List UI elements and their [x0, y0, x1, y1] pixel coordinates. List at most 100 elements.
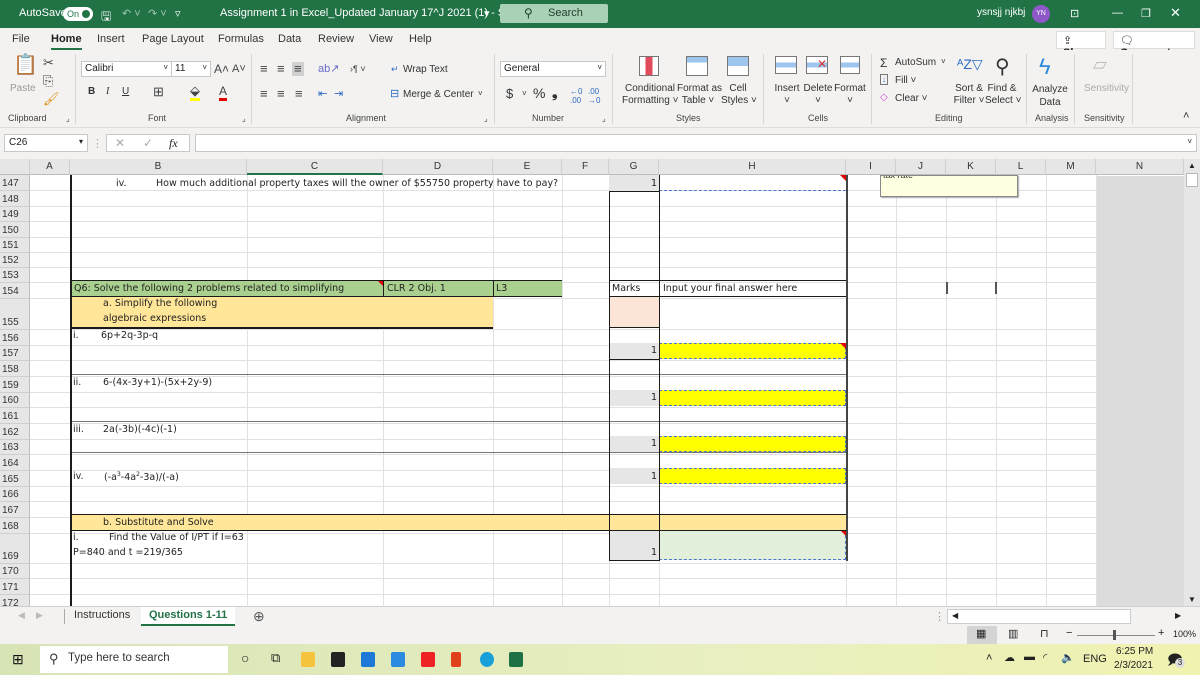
col-header-a[interactable]: A — [30, 159, 70, 175]
row-header[interactable]: 163 — [0, 440, 30, 455]
menu-data[interactable]: Data — [278, 33, 301, 45]
row-header[interactable]: 166 — [0, 487, 30, 502]
menu-home[interactable]: Home — [51, 33, 82, 50]
row-header[interactable]: 151 — [0, 238, 30, 253]
increase-font-icon[interactable]: A˄ — [214, 62, 229, 76]
tray-chevron-icon[interactable]: ˄ — [986, 652, 992, 664]
answer-cell-yellow[interactable] — [659, 390, 846, 406]
add-sheet-icon[interactable]: ⊕ — [253, 608, 265, 625]
windows-start-icon[interactable]: ⊞ — [12, 651, 24, 668]
edge-icon[interactable] — [480, 652, 494, 667]
insert-button[interactable]: Insert ˅ — [772, 83, 802, 107]
save-icon[interactable]: 🖫 — [101, 7, 111, 28]
next-sheet-icon[interactable]: ▶ — [36, 610, 43, 621]
paste-icon[interactable]: 📋 — [13, 55, 38, 75]
text-direction-icon[interactable]: ›¶ ˅ — [350, 62, 366, 76]
row-header[interactable]: 150 — [0, 222, 30, 238]
search-box[interactable]: ⚲ Search — [500, 4, 608, 23]
scroll-right-icon[interactable]: ▶ — [1175, 611, 1181, 620]
taskbar-search[interactable]: ⚲ Type here to search — [40, 646, 228, 673]
delete-button[interactable]: Delete ˅ — [802, 83, 834, 107]
insert-function-icon[interactable]: fx — [169, 136, 178, 151]
row-header[interactable]: 148 — [0, 191, 30, 207]
answer-cell-yellow[interactable] — [659, 468, 846, 484]
italic-button[interactable]: I — [106, 86, 109, 97]
align-right-icon[interactable]: ≡ — [295, 87, 303, 101]
scroll-left-icon[interactable]: ◀ — [952, 611, 958, 620]
row-header[interactable]: 149 — [0, 207, 30, 222]
chevron-down-icon[interactable]: ˅ — [522, 89, 527, 98]
decrease-decimal-icon[interactable]: .00 →0 — [588, 87, 600, 105]
row-header[interactable]: 157 — [0, 346, 30, 361]
align-bottom-icon[interactable]: ≡ — [292, 62, 304, 76]
share-button[interactable]: ⇪ Share — [1056, 31, 1106, 59]
enter-icon[interactable]: ✓ — [143, 136, 153, 150]
conditional-formatting-button[interactable]: Conditional Formatting ˅ — [622, 83, 678, 107]
menu-file[interactable]: File — [12, 33, 30, 45]
clock-time[interactable]: 6:25 PM — [1116, 646, 1153, 657]
row-header[interactable]: 170 — [0, 564, 30, 579]
col-header-m[interactable]: M — [1046, 159, 1096, 175]
row-header[interactable]: 156 — [0, 330, 30, 346]
name-box[interactable]: C26 ▾ — [4, 134, 88, 152]
align-middle-icon[interactable]: ≡ — [277, 62, 285, 76]
onedrive-icon[interactable]: ☁ — [1004, 651, 1015, 664]
zoom-in-icon[interactable]: + — [1158, 627, 1164, 639]
col-header-i[interactable]: I — [846, 159, 896, 175]
scroll-down-icon[interactable]: ▼ — [1188, 595, 1196, 604]
clipboard-launcher-icon[interactable]: ⌟ — [66, 112, 70, 126]
orientation-icon[interactable]: ab↗ — [318, 62, 339, 76]
answer-cell-yellow[interactable] — [659, 343, 846, 359]
tab-questions-1-11[interactable]: Questions 1-11 — [141, 607, 236, 626]
analyze-data-icon[interactable]: ϟ — [1039, 54, 1051, 80]
format-painter-icon[interactable]: 🖌 — [43, 92, 60, 106]
minimize-icon[interactable]: — — [1112, 7, 1123, 19]
language-indicator[interactable]: ENG — [1083, 653, 1107, 665]
paste-label[interactable]: Paste — [10, 83, 36, 94]
align-top-icon[interactable]: ≡ — [260, 62, 268, 76]
select-all-corner[interactable] — [0, 159, 30, 175]
battery-icon[interactable]: ▬ — [1024, 651, 1035, 663]
col-header-g[interactable]: G — [609, 159, 659, 175]
file-explorer-icon[interactable] — [301, 652, 315, 667]
menu-formulas[interactable]: Formulas — [218, 33, 264, 45]
page-break-view-icon[interactable]: ⊓ — [1040, 627, 1049, 640]
task-view-icon[interactable]: ⧉ — [271, 650, 280, 666]
undo-icon[interactable]: ↶ ˅ — [122, 7, 141, 20]
col-header-l[interactable]: L — [996, 159, 1046, 175]
row-header[interactable]: 168 — [0, 518, 30, 534]
horizontal-scrollbar[interactable]: ◀ — [947, 609, 1131, 624]
split-handle-icon[interactable]: ⋮ — [934, 610, 945, 623]
app-red-icon[interactable] — [421, 652, 435, 667]
increase-indent-icon[interactable]: ⇥ — [334, 87, 343, 101]
align-center-icon[interactable]: ≡ — [277, 87, 285, 101]
vertical-scrollbar[interactable]: ▲ ▼ — [1184, 159, 1200, 606]
prev-sheet-icon[interactable]: ◀ — [18, 610, 25, 621]
analyze-data-button[interactable]: Analyze Data — [1032, 83, 1068, 109]
number-launcher-icon[interactable]: ⌟ — [602, 112, 606, 126]
collapse-ribbon-icon[interactable]: ˄ — [1183, 110, 1189, 122]
row-header[interactable]: 172 — [0, 595, 30, 606]
restore-icon[interactable]: ❐ — [1141, 7, 1151, 20]
ribbon-display-icon[interactable]: ⊡ — [1070, 7, 1079, 20]
row-header[interactable]: 167 — [0, 502, 30, 518]
format-as-table-icon[interactable] — [686, 56, 708, 76]
copy-icon[interactable]: ⎘ — [43, 74, 53, 88]
avatar[interactable]: YN — [1032, 5, 1050, 23]
close-icon[interactable]: ✕ — [1170, 5, 1181, 21]
comment-box[interactable]: tax rate — [880, 175, 1018, 197]
chevron-down-icon[interactable]: ˅ — [941, 57, 946, 66]
col-header-n[interactable]: N — [1096, 159, 1184, 175]
row-header[interactable]: 147 — [0, 175, 30, 191]
scroll-thumb[interactable] — [1186, 173, 1198, 187]
answer-cell[interactable] — [659, 175, 846, 191]
row-header[interactable]: 159 — [0, 377, 30, 393]
delete-cells-icon[interactable]: ✕ — [806, 56, 828, 74]
comments-button[interactable]: 🗨 Comments — [1113, 31, 1195, 59]
fill-button[interactable]: Fill ˅ — [895, 75, 916, 86]
col-header-e[interactable]: E — [493, 159, 562, 175]
row-header[interactable]: 165 — [0, 471, 30, 487]
tab-instructions[interactable]: Instructions — [66, 607, 138, 626]
menu-insert[interactable]: Insert — [97, 33, 125, 45]
col-header-d[interactable]: D — [383, 159, 493, 175]
